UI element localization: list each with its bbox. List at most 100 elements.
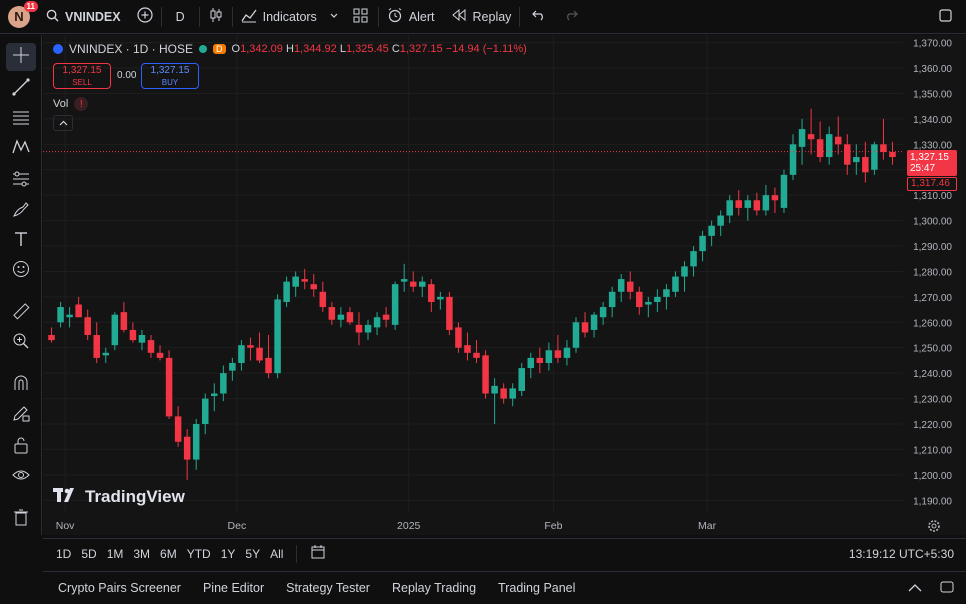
- y-tick-label: 1,280.00: [913, 267, 952, 278]
- layouts-button[interactable]: [343, 0, 378, 34]
- symbol-logo-icon: [53, 44, 63, 54]
- notification-badge: 11: [23, 0, 38, 12]
- chart-pane[interactable]: 1,370.00 1,360.00 1,350.00 1,340.00 1,330.00…: [43, 35, 966, 535]
- range-all-button[interactable]: All: [265, 547, 288, 561]
- candle-body: [663, 289, 670, 297]
- chart-settings-button[interactable]: [927, 519, 941, 536]
- candle-body: [563, 347, 571, 358]
- alert-button[interactable]: Alert: [379, 0, 443, 34]
- hide-drawings-tool[interactable]: [6, 463, 36, 491]
- tab-strategy-tester[interactable]: Strategy Tester: [275, 581, 381, 595]
- fullscreen-button[interactable]: [931, 0, 960, 34]
- add-circle-icon: [136, 7, 153, 26]
- maximize-panel-button[interactable]: [940, 581, 954, 596]
- tradingview-logo[interactable]: TradingView: [53, 487, 185, 507]
- chart-type-button[interactable]: [200, 0, 232, 34]
- y-tick-label: 1,210.00: [913, 445, 952, 456]
- emoji-tool[interactable]: [6, 257, 36, 285]
- delayed-badge: D: [213, 44, 226, 54]
- tab-replay-trading[interactable]: Replay Trading: [381, 581, 487, 595]
- candle-body: [871, 144, 878, 170]
- timezone-clock[interactable]: 13:19:12 UTC+5:30: [849, 547, 954, 561]
- remove-drawings-tool[interactable]: [6, 505, 36, 533]
- x-tick-label: Feb: [544, 520, 562, 532]
- price-chart[interactable]: 1,370.001,360.001,350.001,340.001,330.00…: [43, 35, 966, 535]
- chevron-up-icon: [908, 581, 922, 596]
- replay-label: Replay: [472, 9, 512, 24]
- collapse-panel-button[interactable]: [908, 581, 922, 596]
- range-6m-button[interactable]: 6M: [155, 547, 182, 561]
- indicators-dropdown[interactable]: [325, 0, 343, 34]
- grid-layout-icon: [353, 8, 368, 26]
- user-avatar[interactable]: N 11: [8, 0, 38, 28]
- magnet-tool[interactable]: [6, 371, 36, 399]
- crosshair-tool[interactable]: [6, 43, 36, 71]
- range-1m-button[interactable]: 1M: [102, 547, 129, 561]
- sell-button[interactable]: 1,327.15 SELL: [53, 63, 111, 89]
- brush-tool[interactable]: [6, 197, 36, 225]
- candle-body: [527, 357, 535, 369]
- pattern-tool[interactable]: [6, 135, 36, 163]
- volume-indicator-legend[interactable]: Vol !: [53, 97, 89, 111]
- tab-pine-editor[interactable]: Pine Editor: [192, 581, 275, 595]
- symbol-search[interactable]: VNINDEX: [38, 0, 129, 34]
- candle-body: [699, 235, 706, 252]
- zoom-tool[interactable]: [6, 329, 36, 357]
- range-ytd-button[interactable]: YTD: [182, 547, 216, 561]
- candle-body: [455, 327, 462, 348]
- candle-body: [816, 139, 824, 158]
- candle-body: [66, 314, 73, 318]
- horizontal-lines-tool[interactable]: [6, 105, 36, 133]
- legend-title[interactable]: VNINDEX · 1D · HOSE: [69, 42, 193, 56]
- rewind-icon: [451, 8, 467, 25]
- text-tool[interactable]: [6, 227, 36, 255]
- candle-body: [500, 388, 507, 399]
- range-5y-button[interactable]: 5Y: [240, 547, 265, 561]
- y-tick-label: 1,290.00: [913, 242, 952, 253]
- measure-tool[interactable]: [6, 299, 36, 327]
- y-tick-label: 1,240.00: [913, 369, 952, 380]
- lock-all-tool[interactable]: [6, 433, 36, 461]
- lines-icon: [11, 107, 31, 132]
- collapse-legend-button[interactable]: [53, 115, 73, 131]
- candle-body: [735, 200, 743, 208]
- range-3m-button[interactable]: 3M: [128, 547, 155, 561]
- candle-body: [156, 352, 164, 358]
- forecast-tool[interactable]: [6, 167, 36, 195]
- candle-body: [636, 291, 643, 308]
- go-to-date-button[interactable]: [305, 544, 331, 563]
- candle-body: [183, 436, 191, 460]
- range-1d-button[interactable]: 1D: [51, 547, 76, 561]
- range-divider: [296, 544, 298, 563]
- tab-trading-panel[interactable]: Trading Panel: [487, 581, 586, 595]
- tab-crypto-pairs-screener[interactable]: Crypto Pairs Screener: [47, 581, 192, 595]
- lock-drawing-tool[interactable]: [6, 401, 36, 429]
- candle-body: [853, 157, 860, 163]
- candle-body: [654, 296, 661, 302]
- trend-line-tool[interactable]: [6, 75, 36, 103]
- candle-body: [111, 314, 119, 346]
- change-value: −14.94 (−1.11%): [445, 43, 527, 55]
- symbol-name: VNINDEX: [65, 9, 121, 24]
- warning-icon[interactable]: !: [74, 97, 89, 111]
- candle-body: [545, 350, 553, 363]
- range-5d-button[interactable]: 5D: [76, 547, 101, 561]
- redo-button[interactable]: [558, 0, 584, 34]
- undo-button[interactable]: [520, 0, 558, 34]
- buy-label: BUY: [161, 78, 179, 87]
- candle-body: [428, 284, 435, 302]
- buy-button[interactable]: 1,327.15 BUY: [141, 63, 199, 89]
- sell-price: 1,327.15: [62, 65, 102, 76]
- pattern-icon: [11, 137, 31, 162]
- candle-body: [491, 385, 498, 394]
- interval-button[interactable]: D: [162, 0, 199, 34]
- candle-body: [518, 368, 525, 391]
- candle-body: [446, 296, 453, 330]
- indicators-button[interactable]: Indicators: [233, 0, 325, 34]
- replay-button[interactable]: Replay: [443, 0, 520, 34]
- compare-symbol-button[interactable]: [129, 0, 161, 34]
- avatar-letter: N: [14, 9, 24, 24]
- candle-body: [753, 200, 761, 211]
- y-tick-label: 1,250.00: [913, 344, 952, 355]
- range-1y-button[interactable]: 1Y: [216, 547, 241, 561]
